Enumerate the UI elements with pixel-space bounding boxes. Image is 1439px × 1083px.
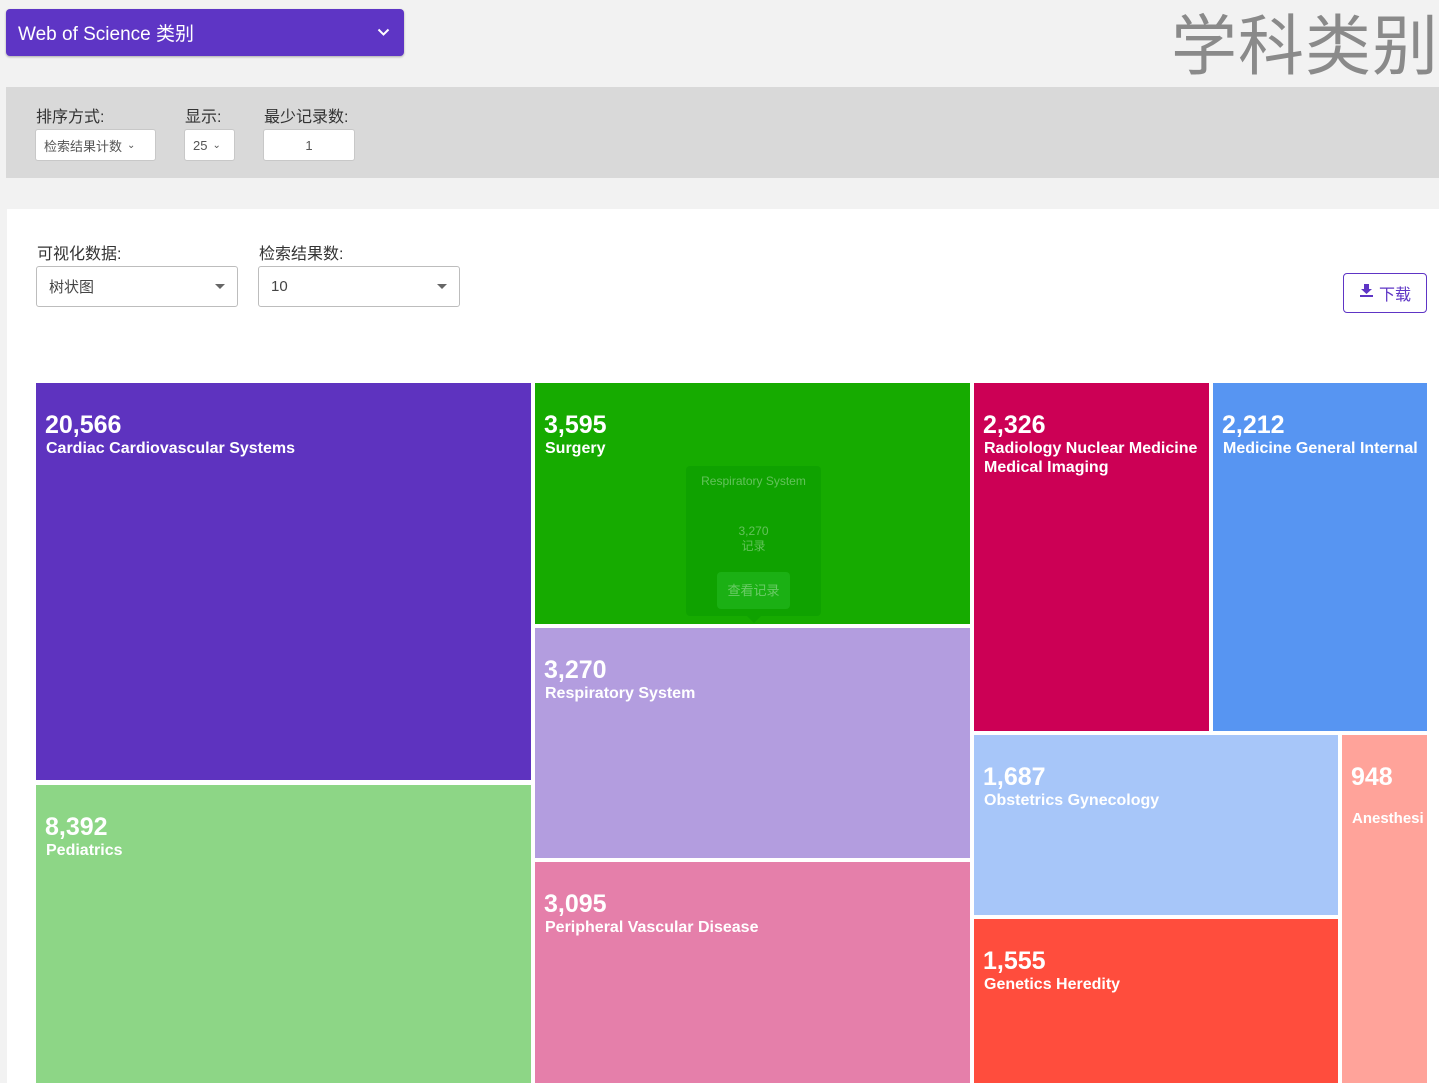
result-count-select[interactable]: 10 bbox=[258, 266, 460, 307]
treemap-tile-label: Peripheral Vascular Disease bbox=[545, 919, 759, 936]
treemap-tooltip: Respiratory System 3,270 记录 查看记录 bbox=[686, 466, 821, 623]
treemap-tile-obstetrics-gynecology[interactable]: 1,687 Obstetrics Gynecology bbox=[974, 735, 1338, 915]
treemap-tile-value: 1,687 bbox=[983, 763, 1046, 791]
treemap-tile-value: 3,095 bbox=[544, 890, 607, 918]
show-value: 25 bbox=[193, 137, 208, 153]
treemap-tile-label: Surgery bbox=[545, 440, 606, 457]
treemap-tile-label: Respiratory System bbox=[545, 685, 696, 702]
sort-value: 检索结果计数 bbox=[44, 138, 123, 154]
tooltip-arrow bbox=[747, 616, 761, 623]
sort-select[interactable]: 检索结果计数 ⌄ bbox=[35, 129, 156, 161]
show-select[interactable]: 25 ⌄ bbox=[184, 129, 235, 161]
treemap-tile-respiratory-system[interactable]: 3,270 Respiratory System bbox=[535, 628, 970, 858]
category-select-label: Web of Science 类别 bbox=[18, 24, 195, 45]
treemap-tile-label: Radiology Nuclear Medicine Medical Imagi… bbox=[984, 440, 1198, 476]
download-button[interactable]: 下载 bbox=[1343, 273, 1427, 313]
treemap-tile-label: Cardiac Cardiovascular Systems bbox=[46, 440, 296, 457]
visualization-type-select[interactable]: 树状图 bbox=[36, 266, 238, 307]
chevron-down-icon: ⌄ bbox=[212, 139, 221, 151]
treemap-tile-label: Medicine General Internal bbox=[1223, 440, 1418, 457]
treemap-tile-pediatrics[interactable]: 8,392 Pediatrics bbox=[36, 785, 531, 1083]
download-label: 下载 bbox=[1378, 287, 1411, 304]
treemap-tile-value: 948 bbox=[1351, 763, 1393, 791]
tooltip-title: Respiratory System bbox=[701, 474, 806, 488]
tooltip-count-value: 3,270 bbox=[738, 524, 769, 538]
visualization-type-value: 树状图 bbox=[49, 279, 95, 296]
visualization-data-label: 可视化数据: bbox=[37, 246, 122, 263]
treemap-tile-cardiac-cardiovascular-systems[interactable]: 20,566 Cardiac Cardiovascular Systems bbox=[36, 383, 531, 780]
treemap-tile-value: 3,270 bbox=[544, 656, 607, 684]
min-records-label: 最少记录数: bbox=[264, 109, 349, 126]
treemap-tile-label: Genetics Heredity bbox=[984, 976, 1121, 993]
show-label: 显示: bbox=[185, 109, 222, 126]
treemap-tile-genetics-heredity[interactable]: 1,555 Genetics Heredity bbox=[974, 919, 1338, 1083]
page-title: 学科类别 bbox=[1171, 9, 1439, 83]
chevron-down-icon bbox=[377, 28, 390, 37]
treemap-tile-value: 2,326 bbox=[983, 411, 1046, 439]
result-count-value: 10 bbox=[271, 278, 288, 295]
treemap-tile-label: Pediatrics bbox=[46, 842, 123, 859]
treemap-tile-label: Anesthesi bbox=[1352, 810, 1424, 827]
caret-down-icon bbox=[437, 284, 447, 289]
tooltip-count: 3,270 记录 bbox=[686, 524, 821, 554]
min-records-value: 1 bbox=[305, 137, 313, 153]
treemap-tile-value: 20,566 bbox=[45, 411, 122, 439]
treemap-tile-value: 8,392 bbox=[45, 813, 108, 841]
download-icon bbox=[1359, 283, 1374, 303]
filter-bar: 排序方式: 检索结果计数 ⌄ 显示: 25 ⌄ 最少记录数: 1 bbox=[6, 87, 1439, 178]
treemap-tile-value: 3,595 bbox=[544, 411, 607, 439]
chevron-down-icon: ⌄ bbox=[127, 139, 136, 151]
treemap-tile-medicine-general-internal[interactable]: 2,212 Medicine General Internal bbox=[1213, 383, 1427, 731]
caret-down-icon bbox=[215, 284, 225, 289]
category-select[interactable]: Web of Science 类别 bbox=[6, 9, 404, 56]
sort-label: 排序方式: bbox=[36, 109, 105, 126]
treemap-tile-peripheral-vascular-disease[interactable]: 3,095 Peripheral Vascular Disease bbox=[535, 862, 970, 1083]
treemap-tile-label: Obstetrics Gynecology bbox=[984, 792, 1160, 809]
treemap-tile-value: 1,555 bbox=[983, 947, 1046, 975]
min-records-input[interactable]: 1 bbox=[263, 129, 355, 161]
treemap-tile-radiology-nuclear-medicine-medical-imaging[interactable]: 2,326 Radiology Nuclear Medicine Medical … bbox=[974, 383, 1209, 731]
result-count-label: 检索结果数: bbox=[259, 246, 344, 263]
treemap-tile-value: 2,212 bbox=[1222, 411, 1285, 439]
tooltip-records-word: 记录 bbox=[741, 539, 766, 553]
tooltip-view-records-button[interactable]: 查看记录 bbox=[717, 572, 790, 609]
treemap-tile-anesthesi[interactable]: 948 Anesthesi bbox=[1342, 735, 1427, 1083]
